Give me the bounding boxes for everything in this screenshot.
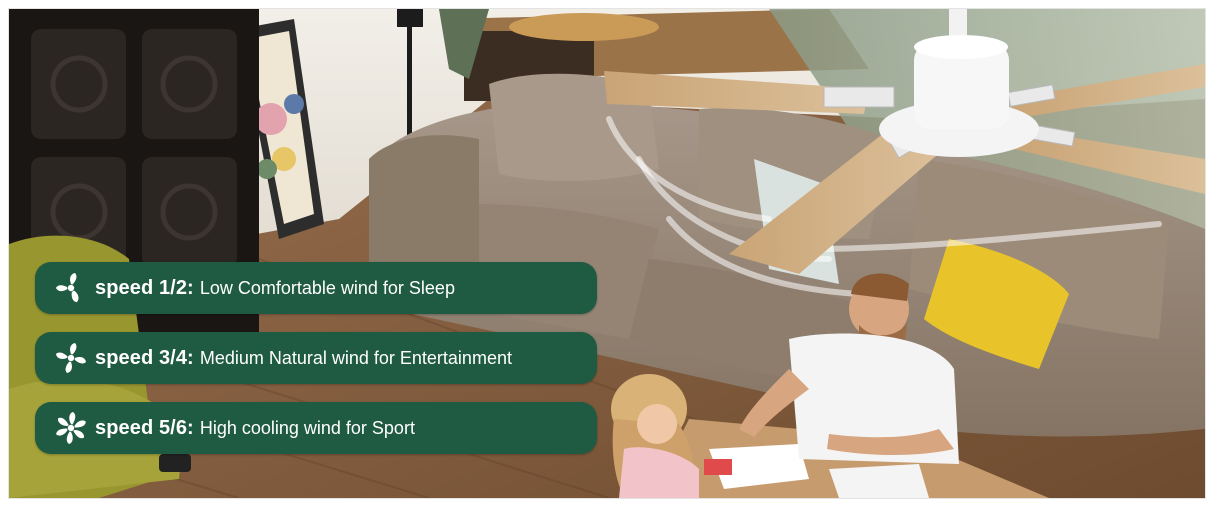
- speed-label: speed 3/4:: [95, 346, 194, 369]
- product-banner: speed 1/2: Low Comfortable wind for Slee…: [8, 8, 1206, 499]
- speed-badge-2: speed 3/4: Medium Natural wind for Enter…: [35, 332, 597, 384]
- speed-badge-3: speed 5/6: High cooling wind for Sport: [35, 402, 597, 454]
- fan-high-icon: [56, 412, 86, 444]
- speed-badge-1: speed 1/2: Low Comfortable wind for Slee…: [35, 262, 597, 314]
- speed-description: Low Comfortable wind for Sleep: [199, 277, 455, 298]
- speed-description: Medium Natural wind for Entertainment: [199, 347, 512, 368]
- fan-low-icon: [56, 273, 79, 303]
- fan-medium-icon: [56, 343, 86, 373]
- speed-description: High cooling wind for Sport: [199, 417, 415, 438]
- speed-label: speed 5/6:: [95, 416, 194, 439]
- speed-label: speed 1/2:: [95, 276, 194, 299]
